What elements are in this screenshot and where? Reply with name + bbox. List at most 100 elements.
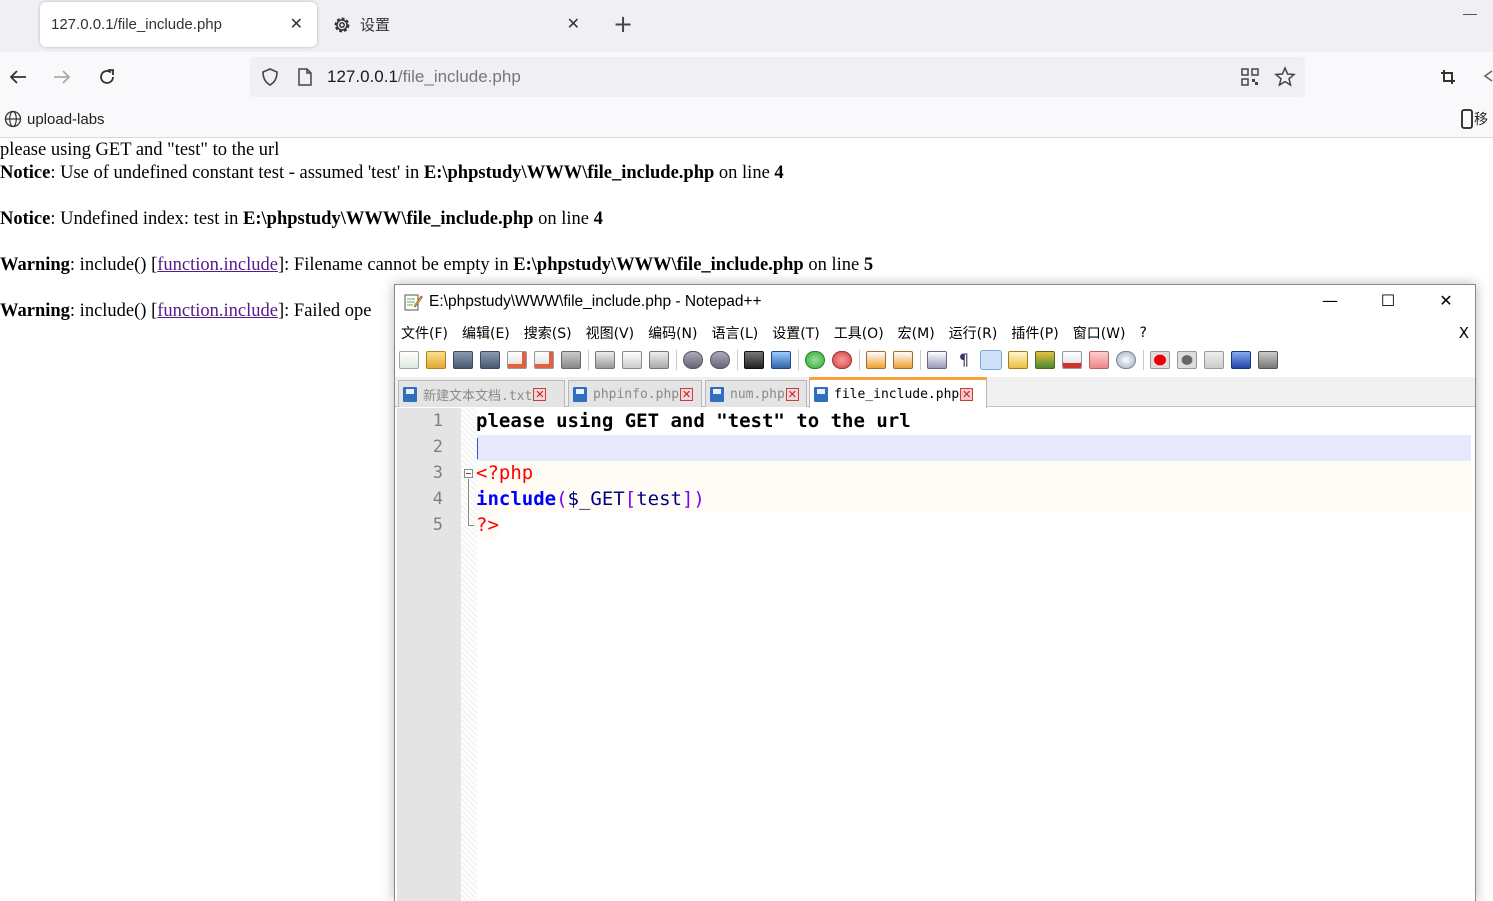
new-tab-button[interactable]: +	[613, 10, 633, 38]
minimize-icon[interactable]: —	[1315, 291, 1345, 315]
save-icon[interactable]	[453, 351, 473, 369]
code-line: 4 include($_GET[test])	[395, 487, 1475, 513]
browser-tab-file-include[interactable]: 127.0.0.1/file_include.php ✕	[40, 2, 317, 47]
line-number: 2	[432, 437, 443, 457]
file-tab-new-text-document[interactable]: 新建文本文档.txt ✕	[398, 380, 565, 407]
tab-title: 127.0.0.1/file_include.php	[51, 16, 222, 33]
notepad-plus-plus-window: E:\phpstudy\WWW\file_include.php - Notep…	[394, 284, 1476, 901]
php-block-background	[477, 461, 1471, 487]
run-macro-multiple-icon[interactable]	[1231, 351, 1251, 369]
back-arrow-icon[interactable]	[7, 66, 29, 88]
mobile-bookmarks-label: 移	[1474, 112, 1488, 128]
code-line: 5 ?>	[395, 513, 1475, 539]
mobile-bookmarks[interactable]: 移	[1460, 109, 1488, 129]
file-tab-label: phpinfo.php	[593, 386, 680, 402]
sync-horizontal-icon[interactable]	[893, 351, 913, 369]
cut-icon[interactable]	[595, 351, 615, 369]
new-file-icon[interactable]	[399, 351, 419, 369]
url-text[interactable]: 127.0.0.1/file_include.php	[327, 67, 521, 87]
menu-encoding[interactable]: 编码(N)	[648, 323, 697, 343]
redo-icon[interactable]	[710, 351, 730, 369]
maximize-icon[interactable]: ☐	[1373, 291, 1403, 315]
zoom-out-icon[interactable]	[832, 351, 852, 369]
document-map-icon[interactable]	[1035, 351, 1055, 369]
paste-icon[interactable]	[649, 351, 669, 369]
globe-icon	[4, 110, 22, 128]
browser-tab-settings[interactable]: 设置 ✕	[324, 2, 594, 47]
address-bar[interactable]: 127.0.0.1/file_include.php	[250, 57, 1305, 97]
replace-icon[interactable]	[771, 351, 791, 369]
close-icon[interactable]: ✕	[1431, 291, 1461, 315]
notepad-titlebar[interactable]: E:\phpstudy\WWW\file_include.php - Notep…	[395, 285, 1475, 321]
indent-guide-icon[interactable]	[980, 350, 1002, 370]
extension-icon[interactable]	[1437, 66, 1459, 88]
notice-message-2: Notice: Undefined index: test in E:\phps…	[0, 209, 603, 229]
notepad-menubar: 文件(F) 编辑(E) 搜索(S) 视图(V) 编码(N) 语言(L) 设置(T…	[395, 321, 1475, 345]
close-document-button[interactable]: X	[1459, 324, 1469, 342]
record-macro-icon[interactable]	[1150, 351, 1170, 369]
sync-vertical-icon[interactable]	[866, 351, 886, 369]
fold-line	[468, 479, 469, 487]
window-minimize-icon[interactable]	[1463, 14, 1477, 15]
overflow-arrow-icon[interactable]	[1482, 67, 1493, 85]
menu-plugins[interactable]: 插件(P)	[1011, 323, 1058, 343]
close-tab-icon[interactable]: ✕	[290, 14, 303, 34]
browser-tabstrip: 127.0.0.1/file_include.php ✕ 设置 ✕ +	[0, 0, 1493, 52]
notice-message-1: Notice: Use of undefined constant test -…	[0, 163, 784, 183]
undo-icon[interactable]	[683, 351, 703, 369]
close-tab-icon[interactable]: ✕	[785, 387, 799, 401]
monitoring-eye-icon[interactable]	[1116, 351, 1136, 369]
current-line-highlight	[477, 435, 1471, 461]
toolbar-separator	[676, 350, 677, 370]
show-all-characters-icon[interactable]: ¶	[954, 351, 974, 369]
find-icon[interactable]	[744, 351, 764, 369]
play-macro-icon[interactable]	[1204, 351, 1224, 369]
file-tab-phpinfo[interactable]: phpinfo.php ✕	[568, 380, 702, 407]
open-file-icon[interactable]	[426, 351, 446, 369]
menu-search[interactable]: 搜索(S)	[524, 323, 572, 343]
function-include-link[interactable]: function.include	[157, 301, 278, 321]
bookmark-star-icon[interactable]	[1274, 66, 1296, 88]
menu-edit[interactable]: 编辑(E)	[462, 323, 510, 343]
print-icon[interactable]	[561, 351, 581, 369]
php-close-tag: ?>	[476, 514, 499, 536]
function-list-icon[interactable]	[1062, 351, 1082, 369]
folder-workspace-icon[interactable]	[1089, 351, 1109, 369]
menu-run[interactable]: 运行(R)	[949, 323, 998, 343]
close-all-icon[interactable]	[534, 351, 554, 369]
reload-icon[interactable]	[96, 66, 118, 88]
shield-icon[interactable]	[260, 67, 280, 87]
php-open-tag: <?php	[476, 462, 534, 484]
bookmark-upload-labs[interactable]: upload-labs	[4, 110, 105, 128]
close-tab-icon[interactable]: ✕	[533, 387, 547, 401]
bookmarks-bar: upload-labs 移	[0, 104, 1493, 138]
save-all-icon[interactable]	[480, 351, 500, 369]
code-editor[interactable]: 1 please using GET and "test" to the url…	[395, 408, 1475, 901]
menu-window[interactable]: 窗口(W)	[1073, 323, 1126, 343]
page-intro-text: please using GET and "test" to the url	[0, 140, 280, 160]
user-language-icon[interactable]	[1008, 351, 1028, 369]
forward-arrow-icon[interactable]	[51, 66, 73, 88]
close-file-icon[interactable]	[507, 351, 527, 369]
zoom-in-icon[interactable]	[805, 351, 825, 369]
fold-toggle-icon[interactable]	[464, 469, 473, 478]
menu-help[interactable]: ?	[1140, 325, 1147, 341]
close-tab-icon[interactable]: ✕	[960, 387, 974, 401]
close-tab-icon[interactable]: ✕	[567, 14, 580, 34]
menu-view[interactable]: 视图(V)	[586, 323, 635, 343]
function-include-link[interactable]: function.include	[157, 255, 278, 275]
notepad-app-icon	[404, 294, 423, 311]
menu-file[interactable]: 文件(F)	[401, 323, 448, 343]
word-wrap-icon[interactable]	[927, 351, 947, 369]
menu-tools[interactable]: 工具(O)	[834, 323, 884, 343]
menu-settings[interactable]: 设置(T)	[772, 323, 819, 343]
copy-icon[interactable]	[622, 351, 642, 369]
qr-code-icon[interactable]	[1240, 67, 1260, 87]
save-macro-icon[interactable]	[1258, 351, 1278, 369]
menu-language[interactable]: 语言(L)	[712, 323, 759, 343]
stop-macro-icon[interactable]	[1177, 351, 1197, 369]
menu-macro[interactable]: 宏(M)	[898, 323, 935, 343]
close-tab-icon[interactable]: ✕	[680, 387, 694, 401]
file-tab-file-include[interactable]: file_include.php ✕	[809, 377, 987, 408]
file-tab-num[interactable]: num.php ✕	[705, 380, 807, 407]
